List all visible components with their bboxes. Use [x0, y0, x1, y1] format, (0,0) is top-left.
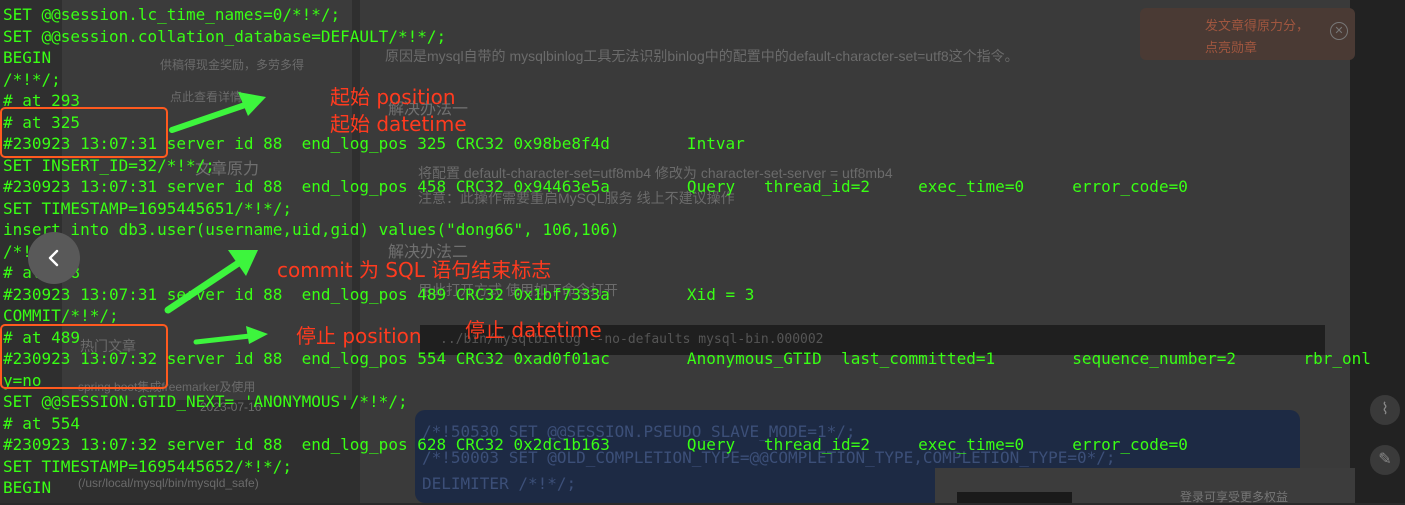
annotation-arrows — [164, 92, 268, 345]
stop-arrow-icon — [193, 326, 268, 345]
start-position-label: 起始 position — [330, 85, 456, 109]
stop-position-label: 停止 position — [296, 324, 422, 348]
chevron-left-icon — [48, 249, 59, 267]
start-datetime-label: 起始 datetime — [330, 112, 467, 136]
commit-arrow-icon — [164, 250, 258, 314]
start-arrow-icon — [169, 92, 266, 133]
commit-note-label: commit 为 SQL 语句结束标志 — [277, 258, 552, 282]
back-button[interactable] — [28, 232, 80, 284]
stop-datetime-label: 停止 datetime — [465, 318, 602, 342]
